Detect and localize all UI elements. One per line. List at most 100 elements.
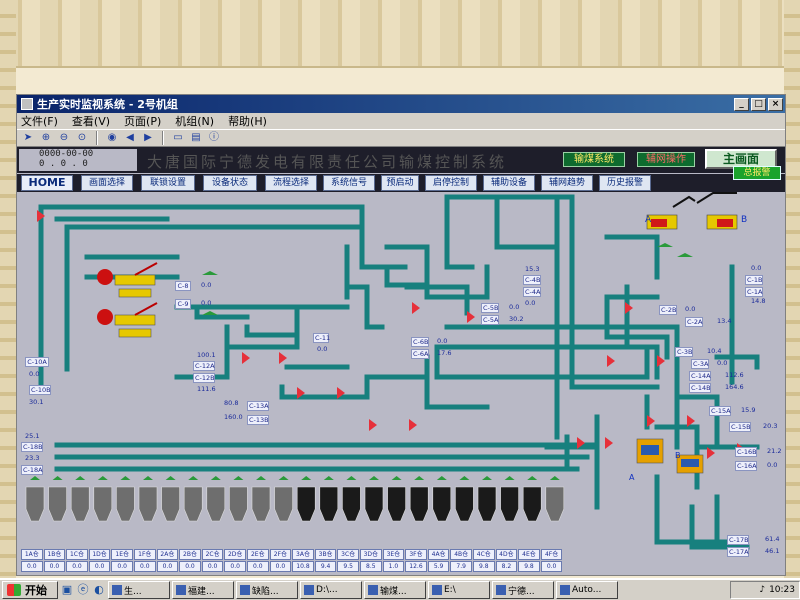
conveyor-label-c4b[interactable]: C-4B bbox=[523, 275, 541, 285]
task-item[interactable]: 宁德... bbox=[492, 581, 554, 599]
task-item[interactable]: 福建... bbox=[172, 581, 234, 599]
conveyor-label-c10b[interactable]: C-10B bbox=[29, 385, 51, 395]
forward-icon[interactable]: ▶ bbox=[141, 131, 155, 145]
conveyor-label-c18b[interactable]: C-18B bbox=[21, 442, 43, 452]
conveyor-value-c6b: 0.0 bbox=[437, 337, 448, 345]
conveyor-label-c16b[interactable]: C-16B bbox=[735, 447, 757, 457]
conveyor-label-c4a[interactable]: C-4A bbox=[523, 287, 541, 297]
plough-indicator bbox=[210, 476, 221, 480]
minimize-button[interactable]: _ bbox=[734, 97, 749, 111]
quick-launch-icon[interactable]: ▣ bbox=[60, 583, 74, 597]
plough-indicator bbox=[30, 476, 40, 480]
conveyor-label-c15b[interactable]: C-15B bbox=[729, 422, 751, 432]
bunker-level-value: 0.0 bbox=[269, 561, 292, 572]
conveyor-value-c1b: 0.0 bbox=[751, 264, 762, 272]
media-icon[interactable]: ◐ bbox=[92, 583, 106, 597]
conveyor-label-c6b[interactable]: C-6B bbox=[411, 337, 429, 347]
conveyor-label-c3b[interactable]: C-3B bbox=[675, 347, 693, 357]
task-item[interactable]: Auto... bbox=[556, 581, 618, 599]
bunker-level-value: 0.0 bbox=[224, 561, 246, 572]
back-icon[interactable]: ◀ bbox=[123, 131, 137, 145]
menu-bar: 文件(F) 查看(V) 页面(P) 机组(N) 帮助(H) bbox=[17, 113, 785, 129]
bunker-name: 3D仓 bbox=[360, 549, 382, 560]
task-icon bbox=[240, 585, 250, 595]
close-button[interactable]: × bbox=[768, 97, 783, 111]
menu-unit[interactable]: 机组(N) bbox=[175, 113, 214, 129]
conveyor-label-c3a[interactable]: C-3A bbox=[691, 359, 709, 369]
ie-icon[interactable]: ⓔ bbox=[76, 583, 90, 597]
conveyor-label-c13a[interactable]: C-13A bbox=[247, 401, 269, 411]
toolbar-divider bbox=[96, 131, 98, 145]
task-item[interactable]: 生... bbox=[108, 581, 170, 599]
bunker-name: 1C仓 bbox=[66, 549, 88, 560]
conveyor-label-c1b[interactable]: C-1B bbox=[745, 275, 763, 285]
print-icon[interactable]: ▤ bbox=[189, 131, 203, 145]
plough-indicator bbox=[482, 476, 492, 480]
conveyor-label-c9[interactable]: C-9 bbox=[175, 299, 191, 309]
speaker-icon[interactable]: ♪ bbox=[759, 585, 765, 595]
start-button[interactable]: 开始 bbox=[2, 581, 58, 599]
menu-view[interactable]: 查看(V) bbox=[72, 113, 110, 129]
zoom-in-icon[interactable]: ⊕ bbox=[39, 131, 53, 145]
coal-bunker bbox=[545, 486, 565, 522]
plough-indicator bbox=[143, 476, 153, 480]
coal-bunker bbox=[319, 486, 339, 522]
bunker-level-value: 9.8 bbox=[473, 561, 495, 572]
conveyor-label-c15a[interactable]: C-15A bbox=[709, 406, 731, 416]
bunker-level-value: 0.0 bbox=[156, 561, 179, 572]
conveyor-label-c14b[interactable]: C-14B bbox=[689, 383, 711, 393]
conveyor-label-c2a[interactable]: C-2A bbox=[685, 317, 703, 327]
conveyor-label-c5a[interactable]: C-5A bbox=[481, 315, 499, 325]
maximize-button[interactable]: □ bbox=[751, 97, 766, 111]
bunker-name: 4E仓 bbox=[518, 549, 540, 560]
conveyor-value-c12a: 100.1 bbox=[197, 351, 216, 359]
menu-page[interactable]: 页面(P) bbox=[124, 113, 161, 129]
task-icon bbox=[176, 585, 186, 595]
task-item[interactable]: 缺陷... bbox=[236, 581, 298, 599]
conveyor-label-c18a[interactable]: C-18A bbox=[21, 465, 43, 475]
task-item[interactable]: 输煤... bbox=[364, 581, 426, 599]
conveyor-value-c14a: 112.6 bbox=[725, 371, 744, 379]
plough-indicator bbox=[97, 476, 108, 480]
conveyor-label-c12b[interactable]: C-12B bbox=[193, 373, 215, 383]
task-icon bbox=[432, 585, 442, 595]
conveyor-label-c12a[interactable]: C-12A bbox=[193, 361, 215, 371]
conveyor-label-c2b[interactable]: C-2B bbox=[659, 305, 677, 315]
bunker-name: 3C仓 bbox=[337, 549, 359, 560]
conveyor-label-c10a[interactable]: C-10A bbox=[25, 357, 49, 367]
conveyor-label-c6a[interactable]: C-6A bbox=[411, 349, 429, 359]
toolbar-divider bbox=[162, 131, 164, 145]
bunker-name: 1A仓 bbox=[21, 549, 43, 560]
crusher-b bbox=[636, 438, 664, 464]
bunker-level-value: 8.2 bbox=[495, 561, 518, 572]
menu-file[interactable]: 文件(F) bbox=[21, 113, 58, 129]
info-icon[interactable]: ⓘ bbox=[207, 131, 221, 145]
bunker-level-value: 0.0 bbox=[247, 561, 269, 572]
conveyor-label-c11[interactable]: C-11 bbox=[313, 333, 330, 343]
coal-bunker bbox=[296, 486, 316, 522]
coal-bunker bbox=[477, 486, 497, 522]
zoom-fit-icon[interactable]: ⊙ bbox=[75, 131, 89, 145]
task-item[interactable]: D:\... bbox=[300, 581, 362, 599]
bunker-name: 4C仓 bbox=[473, 549, 495, 560]
plough-indicator bbox=[52, 476, 63, 480]
conveyor-label-c14a[interactable]: C-14A bbox=[689, 371, 711, 381]
title-bar: 生产实时监视系统 - 2号机组 _ □ × bbox=[17, 95, 785, 113]
conveyor-label-c17b[interactable]: C-17B bbox=[727, 535, 749, 545]
conveyor-label-c8[interactable]: C-8 bbox=[175, 281, 191, 291]
open-folder-icon[interactable]: ▭ bbox=[171, 131, 185, 145]
menu-help[interactable]: 帮助(H) bbox=[228, 113, 267, 129]
task-item[interactable]: E:\ bbox=[428, 581, 490, 599]
pointer-icon[interactable]: ➤ bbox=[21, 131, 35, 145]
conveyor-label-c13b[interactable]: C-13B bbox=[247, 415, 269, 425]
decorative-border-top bbox=[0, 0, 800, 68]
conveyor-label-c17a[interactable]: C-17A bbox=[727, 547, 749, 557]
plough-indicator bbox=[414, 476, 425, 480]
conveyor-label-c16a[interactable]: C-16A bbox=[735, 461, 757, 471]
zoom-out-icon[interactable]: ⊖ bbox=[57, 131, 71, 145]
bunker-level-value: 9.4 bbox=[314, 561, 337, 572]
globe-icon[interactable]: ◉ bbox=[105, 131, 119, 145]
process-canvas: 0000-00-00 0 . 0 . 0 大唐国际宁德发电有限责任公司输煤控制系… bbox=[17, 147, 785, 575]
conveyor-label-c5b[interactable]: C-5B bbox=[481, 303, 499, 313]
conveyor-label-c1a[interactable]: C-1A bbox=[745, 287, 763, 297]
